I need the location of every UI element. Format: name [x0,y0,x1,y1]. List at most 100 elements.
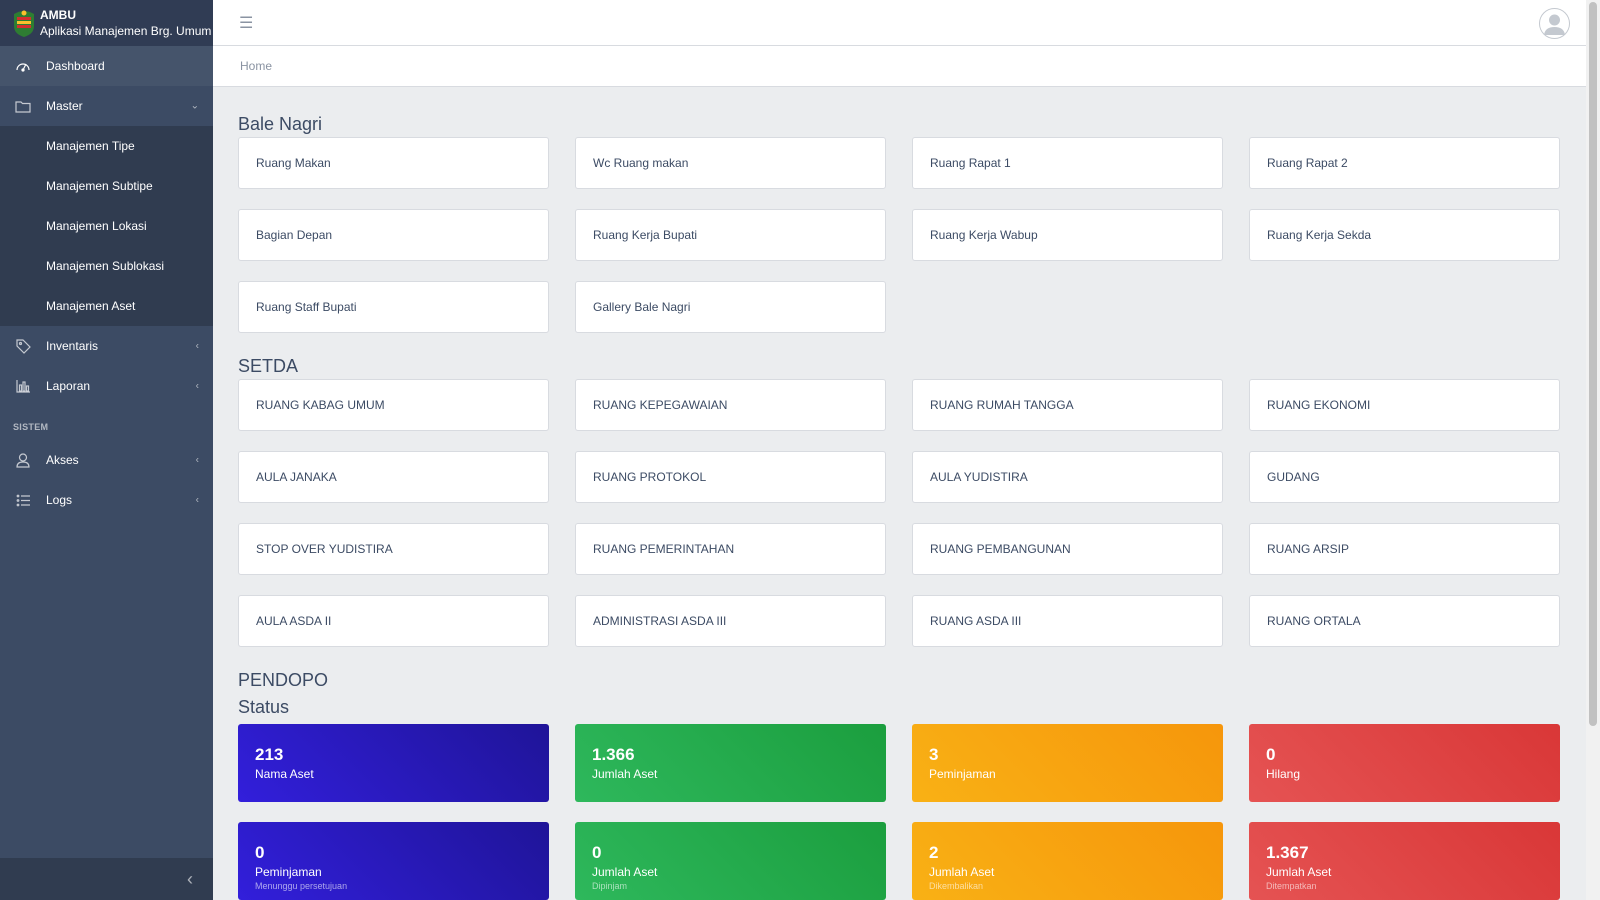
room-card[interactable]: Ruang Makan [238,137,549,189]
section-title: Bale Nagri [238,114,323,134]
chevron-left-icon: ‹ [187,868,193,889]
room-card[interactable]: RUANG ASDA III [912,595,1223,647]
sidebar-minimize-button[interactable]: ‹ [0,858,213,900]
user-icon [0,452,46,468]
stat-card[interactable]: 2 Jumlah Aset Dikembalikan [912,822,1223,900]
stat-card[interactable]: 0 Peminjaman Menunggu persetujuan [238,822,549,900]
brand-title: AMBU [40,7,76,22]
stat-label: Hilang [1266,767,1301,781]
room-card[interactable]: AULA JANAKA [238,451,549,503]
room-card[interactable]: RUANG PEMBANGUNAN [912,523,1223,575]
brand[interactable]: AMBU Aplikasi Manajemen Brg. Umum [0,0,213,46]
stat-value: 3 [929,745,939,764]
stat-sublabel: Menunggu persetujuan [255,881,348,891]
stat-value: 2 [929,843,939,862]
breadcrumb-home[interactable]: Home [240,59,272,73]
sidebar-item-dashboard[interactable]: Dashboard [0,46,213,86]
bar-chart-icon [0,379,46,393]
room-card[interactable]: Ruang Rapat 1 [912,137,1223,189]
chevron-left-icon: ‹ [195,380,199,392]
stat-card[interactable]: 0 Hilang [1249,724,1560,802]
section-title: PENDOPO [238,670,329,690]
sidebar-item-logs[interactable]: Logs ‹ [0,480,213,520]
room-card[interactable]: RUANG KABAG UMUM [238,379,549,431]
room-card[interactable]: Ruang Rapat 2 [1249,137,1560,189]
sidebar-item-label: Dashboard [46,59,105,73]
sidebar-item-master[interactable]: Master ⌄ [0,86,213,126]
room-card[interactable]: GUDANG [1249,451,1560,503]
sidebar-item-manajemen-subtipe[interactable]: Manajemen Subtipe [0,166,213,206]
sidebar-item-akses[interactable]: Akses ‹ [0,440,213,480]
stat-card[interactable]: 1.367 Jumlah Aset Ditempatkan [1249,822,1560,900]
folder-icon [0,100,46,113]
sidebar-item-laporan[interactable]: Laporan ‹ [0,366,213,406]
header: ☰ [213,0,1586,46]
room-card[interactable]: ADMINISTRASI ASDA III [575,595,886,647]
list-icon [0,494,46,507]
stat-value: 213 [255,745,284,764]
stat-value: 1.366 [592,745,635,764]
scrollbar-thumb[interactable] [1589,2,1597,726]
room-card[interactable]: RUANG ORTALA [1249,595,1560,647]
room-card[interactable]: RUANG EKONOMI [1249,379,1560,431]
sidebar-item-label: Master [46,99,83,113]
chevron-down-icon: ⌄ [190,100,199,112]
room-grid: Ruang Makan Wc Ruang makan Ruang Rapat 1 Ru… [238,137,1561,333]
room-card[interactable]: RUANG RUMAH TANGGA [912,379,1223,431]
brand-subtitle: Aplikasi Manajemen Brg. Umum [40,23,212,38]
speedometer-icon [0,59,46,73]
stat-card[interactable]: 213 Nama Aset [238,724,549,802]
tag-icon [0,338,46,354]
stat-card[interactable]: 3 Peminjaman [912,724,1223,802]
stat-value: 1.367 [1266,843,1309,862]
room-card[interactable]: AULA YUDISTIRA [912,451,1223,503]
avatar[interactable] [1539,8,1570,39]
room-card[interactable]: Ruang Kerja Wabup [912,209,1223,261]
logo-icon [14,10,34,37]
room-card[interactable]: AULA ASDA II [238,595,549,647]
breadcrumb: Home [213,46,1586,87]
section-title: SETDA [238,356,299,376]
room-card[interactable]: RUANG PROTOKOL [575,451,886,503]
sidebar-item-label: Logs [46,493,73,507]
room-card[interactable]: Ruang Kerja Bupati [575,209,886,261]
room-grid: RUANG KABAG UMUM RUANG KEPEGAWAIAN RUANG R… [238,379,1561,647]
status-title: Status [238,697,290,717]
room-card[interactable]: RUANG KEPEGAWAIAN [575,379,886,431]
chevron-left-icon: ‹ [195,494,199,506]
room-card[interactable]: Ruang Kerja Sekda [1249,209,1560,261]
chevron-left-icon: ‹ [195,340,199,352]
sidebar-item-manajemen-aset[interactable]: Manajemen Aset [0,286,213,326]
stat-label: Jumlah Aset [1266,865,1332,879]
sidebar-item-label: Akses [46,453,79,467]
room-card[interactable]: Bagian Depan [238,209,549,261]
stat-label: Peminjaman [929,767,996,781]
stat-label: Jumlah Aset [592,767,658,781]
stat-sublabel: Ditempatkan [1266,881,1317,891]
main-content: Bale Nagri Ruang Makan Wc Ruang makan Ruan… [213,87,1586,900]
scrollbar[interactable] [1586,0,1600,900]
room-card[interactable]: Ruang Staff Bupati [238,281,549,333]
master-submenu: Manajemen Tipe Manajemen Subtipe Manajem… [0,126,213,326]
sidebar-item-manajemen-lokasi[interactable]: Manajemen Lokasi [0,206,213,246]
stat-grid: 213 Nama Aset 1.366 Jumlah Aset 3 Peminjaman 0… [238,724,1561,900]
stat-label: Jumlah Aset [592,865,658,879]
chevron-left-icon: ‹ [195,454,199,466]
room-card[interactable]: STOP OVER YUDISTIRA [238,523,549,575]
room-card[interactable]: RUANG PEMERINTAHAN [575,523,886,575]
stat-value: 0 [592,843,602,862]
stat-sublabel: Dikembalikan [929,881,984,891]
sidebar-item-manajemen-sublokasi[interactable]: Manajemen Sublokasi [0,246,213,286]
stat-value: 0 [255,843,265,862]
stat-card[interactable]: 1.366 Jumlah Aset [575,724,886,802]
stat-label: Nama Aset [255,767,314,781]
hamburger-menu-icon[interactable]: ☰ [239,13,253,33]
room-card[interactable]: Gallery Bale Nagri [575,281,886,333]
stat-sublabel: Dipinjam [592,881,628,891]
room-card[interactable]: Wc Ruang makan [575,137,886,189]
sidebar-item-inventaris[interactable]: Inventaris ‹ [0,326,213,366]
stat-card[interactable]: 0 Jumlah Aset Dipinjam [575,822,886,900]
sidebar-item-manajemen-tipe[interactable]: Manajemen Tipe [0,126,213,166]
sidebar-item-label: Inventaris [46,339,99,353]
room-card[interactable]: RUANG ARSIP [1249,523,1560,575]
